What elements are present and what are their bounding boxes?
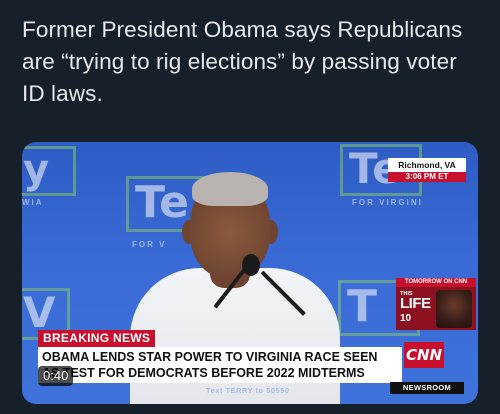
text-prompt: Text TERRY to 50550	[206, 386, 290, 395]
promo-image	[436, 290, 472, 328]
program-name: NEWSROOM	[390, 382, 464, 394]
promo-box: TOMORROW ON CNN THIS LIFE 10	[396, 278, 476, 330]
video-duration-badge: 0:40	[38, 366, 74, 386]
headline-line: AS TEST FOR DEMOCRATS BEFORE 2022 MIDTER…	[42, 366, 365, 380]
microphone-icon	[242, 254, 260, 276]
promo-time: 10	[400, 313, 412, 324]
video-player[interactable]: y Te Te T V FOR VIRGINI FOR V WIA Richmo…	[22, 142, 478, 404]
headline-line: OBAMA LENDS STAR POWER TO VIRGINIA RACE …	[42, 350, 378, 364]
headline-box: OBAMA LENDS STAR POWER TO VIRGINIA RACE …	[38, 347, 402, 383]
campaign-sign-subline: FOR VIRGINI	[352, 198, 423, 207]
location-bug: Richmond, VA 3:06 PM ET	[388, 158, 466, 182]
campaign-sign-subline: WIA	[22, 198, 44, 207]
speaker-hair	[192, 172, 268, 206]
location-time: 3:06 PM ET	[388, 172, 466, 182]
tweet-text: Former President Obama says Republicans …	[22, 17, 463, 106]
campaign-sign: y	[22, 146, 76, 196]
promo-header: TOMORROW ON CNN	[396, 278, 476, 287]
location-city: Richmond, VA	[398, 160, 456, 170]
cnn-logo: CNN	[404, 342, 444, 368]
campaign-sign-subline: FOR V	[132, 240, 167, 249]
speaker-figure	[130, 268, 340, 404]
promo-title: LIFE	[400, 295, 431, 312]
breaking-news-label: BREAKING NEWS	[38, 330, 156, 347]
